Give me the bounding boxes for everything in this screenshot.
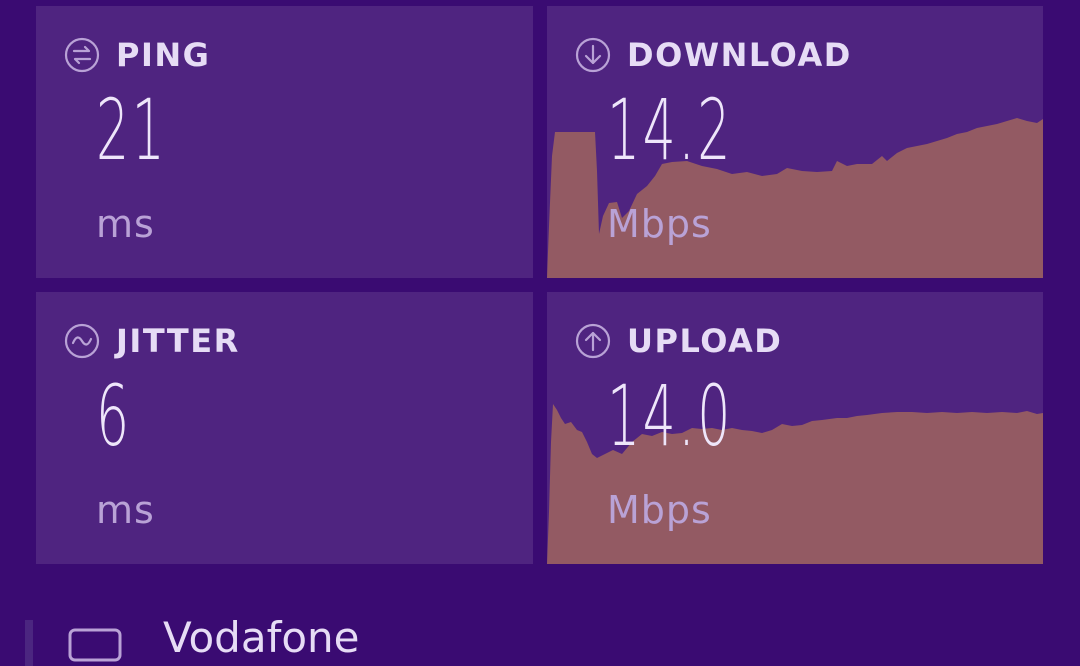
- upload-header: UPLOAD: [575, 322, 782, 360]
- provider-accent-bar: [25, 620, 33, 666]
- download-label: DOWNLOAD: [627, 36, 852, 74]
- jitter-label: JITTER: [116, 322, 240, 360]
- upload-label: UPLOAD: [627, 322, 783, 360]
- ping-header: PING: [64, 36, 210, 74]
- ping-unit: ms: [96, 202, 155, 246]
- upload-arrow-icon: [575, 323, 611, 359]
- upload-value: 14.0: [607, 367, 733, 465]
- jitter-wave-icon: [64, 323, 100, 359]
- upload-unit: Mbps: [607, 488, 712, 532]
- jitter-unit: ms: [96, 488, 155, 532]
- ping-icon: [64, 37, 100, 73]
- download-unit: Mbps: [607, 202, 712, 246]
- jitter-header: JITTER: [64, 322, 240, 360]
- upload-card: UPLOAD 14.0 Mbps: [547, 292, 1043, 564]
- download-arrow-icon: [575, 37, 611, 73]
- jitter-value: 6: [96, 367, 132, 465]
- download-header: DOWNLOAD: [575, 36, 852, 74]
- ping-label: PING: [116, 36, 211, 74]
- ping-card: PING 21 ms: [36, 6, 533, 278]
- ping-value: 21: [96, 81, 168, 179]
- download-card: DOWNLOAD 14.2 Mbps: [547, 6, 1043, 278]
- provider-name[interactable]: Vodafone: [163, 613, 360, 662]
- device-icon: [68, 628, 122, 662]
- download-value: 14.2: [607, 81, 733, 179]
- jitter-card: JITTER 6 ms: [36, 292, 533, 564]
